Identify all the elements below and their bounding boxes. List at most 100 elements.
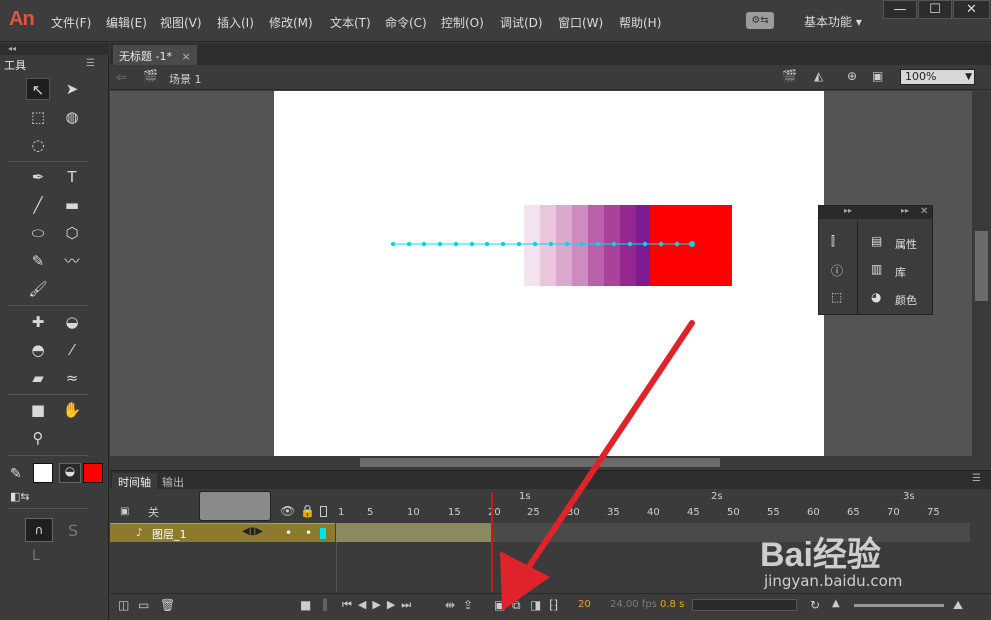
document-tab[interactable]: 无标题 -1* × <box>113 45 197 65</box>
ruler-label: 5 <box>367 507 374 518</box>
document-tabs: 无标题 -1* × <box>110 43 991 65</box>
annotation-arrow <box>500 320 695 611</box>
panel-menu-icon[interactable]: ☰ <box>972 473 981 484</box>
menu-text[interactable]: 文本(T) <box>330 14 371 31</box>
keyframe-nav-icon[interactable]: ◀▮▶ <box>242 526 263 537</box>
tab-output[interactable]: 输出 <box>156 473 190 491</box>
subselection-tool-icon[interactable]: ➤ <box>60 78 84 100</box>
zoom-tool-icon[interactable]: ⚲ <box>26 427 50 449</box>
playhead-range[interactable] <box>199 491 271 521</box>
edit-symbols-icon[interactable]: ◭ <box>814 69 823 83</box>
delete-layer-icon[interactable]: 🗑 <box>160 598 175 612</box>
layer-lock-dot[interactable]: • <box>305 526 312 540</box>
library-icon: ▥ <box>871 262 883 276</box>
maximize-button[interactable]: ☐ <box>918 0 952 19</box>
ruler-label: 1 <box>338 507 345 518</box>
width-tool-icon[interactable]: ≈ <box>60 367 84 389</box>
motion-tween-span[interactable] <box>336 523 491 542</box>
sync-settings-button[interactable]: ⚙⇆ <box>746 12 774 29</box>
tools-collapse-bar[interactable]: ◂◂ <box>0 43 109 55</box>
fill-color-swatch[interactable] <box>83 463 103 483</box>
info-icon[interactable]: ⓘ <box>831 262 843 279</box>
lasso-tool-icon[interactable]: ◌ <box>26 134 50 156</box>
camera-toggle-icon[interactable]: ■ <box>300 598 311 612</box>
paint-bucket-tool-icon[interactable]: ◒ <box>60 311 84 333</box>
tab-close-icon[interactable]: × <box>181 50 190 63</box>
menu-file[interactable]: 文件(F) <box>51 14 91 31</box>
center-frame-icon[interactable]: ⇪ <box>463 598 473 612</box>
eyedropper-tool-icon[interactable]: ⁄ <box>60 339 84 361</box>
layer-row[interactable]: ♪ 图层_1 ◀▮▶ • • <box>110 523 335 542</box>
playback-controls[interactable]: ⏮◀▶▶⏭ <box>342 598 417 612</box>
layer-outline-color[interactable] <box>320 528 326 539</box>
show-all-layers-icon[interactable]: 👁 <box>280 504 295 518</box>
swap-colors-icon[interactable]: ◧⇆ <box>10 490 30 503</box>
ink-bottle-tool-icon[interactable]: ◓ <box>26 339 50 361</box>
fill-color-icon: ◒ <box>59 463 81 483</box>
menu-edit[interactable]: 编辑(E) <box>106 14 147 31</box>
rectangle-tool-icon[interactable]: ▬ <box>60 194 84 216</box>
center-stage-icon[interactable]: ⊕ <box>847 69 857 83</box>
properties-icon: ▤ <box>871 234 883 248</box>
smooth-icon[interactable]: S <box>68 521 78 540</box>
straighten-icon[interactable]: ᒪ <box>32 548 40 564</box>
3d-rotation-tool-icon[interactable]: ◍ <box>60 106 84 128</box>
layer-visible-dot[interactable]: • <box>285 526 292 540</box>
scene-label: 场景 1 <box>169 73 202 86</box>
menu-view[interactable]: 视图(V) <box>160 14 202 31</box>
oval-tool-icon[interactable]: ⬭ <box>26 222 50 244</box>
properties-panel-label[interactable]: 属性 <box>895 236 955 252</box>
snap-to-objects-icon[interactable]: ∩ <box>25 518 53 542</box>
lock-all-layers-icon[interactable]: 🔒 <box>300 504 315 518</box>
vertical-scrollbar[interactable] <box>972 91 991 469</box>
ruler-label: 75 <box>927 507 940 518</box>
clip-stage-icon[interactable]: ▣ <box>872 69 883 83</box>
menu-help[interactable]: 帮助(H) <box>619 14 661 31</box>
line-tool-icon[interactable]: ╱ <box>26 194 50 216</box>
stroke-color-swatch[interactable] <box>33 463 53 483</box>
minimize-button[interactable]: — <box>883 0 917 19</box>
new-layer-icon[interactable]: ◫ <box>118 598 129 612</box>
pen-tool-icon[interactable]: ✒ <box>26 166 50 188</box>
polystar-tool-icon[interactable]: ⬡ <box>60 222 84 244</box>
workspace-switcher[interactable]: 基本功能 ▾ <box>804 13 862 30</box>
color-palette-icon: ◕ <box>871 290 882 304</box>
tab-timeline[interactable]: 时间轴 <box>112 473 157 491</box>
brush-tool-icon[interactable]: 〰 <box>60 250 84 272</box>
menu-modify[interactable]: 修改(M) <box>269 14 313 31</box>
menu-window[interactable]: 窗口(W) <box>558 14 603 31</box>
color-panel-label[interactable]: 颜色 <box>895 292 955 308</box>
bone-tool-icon[interactable]: ✚ <box>26 311 50 333</box>
ruler-label: 60 <box>807 507 820 518</box>
menu-debug[interactable]: 调试(D) <box>500 14 543 31</box>
menu-insert[interactable]: 插入(I) <box>217 14 254 31</box>
library-panel-label[interactable]: 库 <box>895 264 955 280</box>
zoom-select[interactable]: 100% ▼ <box>900 69 975 85</box>
vscroll-thumb[interactable] <box>975 231 988 301</box>
transform-icon[interactable]: ⬚ <box>831 290 842 304</box>
dock-header[interactable]: ▸▸ ▸▸ ✕ <box>819 206 932 219</box>
eraser-tool-icon[interactable]: ▰ <box>26 367 50 389</box>
selection-tool-icon[interactable]: ↖ <box>26 78 50 100</box>
layer-name[interactable]: 图层_1 <box>152 526 187 542</box>
free-transform-tool-icon[interactable]: ⬚ <box>26 106 50 128</box>
watermark-brand: Bai经验 <box>760 536 881 574</box>
pencil-tool-icon[interactable]: ✎ <box>26 250 50 272</box>
ruler-label: 50 <box>727 507 740 518</box>
seconds-label: 3s <box>903 491 915 502</box>
outline-all-layers-icon[interactable] <box>320 506 327 517</box>
menu-control[interactable]: 控制(O) <box>441 14 484 31</box>
panel-menu-icon[interactable]: ☰ <box>86 58 95 69</box>
edit-scene-icon[interactable]: 🎬 <box>782 69 797 83</box>
camera-tool-icon[interactable]: ■ <box>26 399 50 421</box>
hand-tool-icon[interactable]: ✋ <box>60 399 84 421</box>
menu-commands[interactable]: 命令(C) <box>385 14 427 31</box>
text-tool-icon[interactable]: T <box>60 166 84 188</box>
loop-icon[interactable]: ⇹ <box>445 598 455 612</box>
new-folder-icon[interactable]: ▭ <box>138 598 149 612</box>
align-icon[interactable]: ⫿ <box>831 234 835 249</box>
paint-brush-tool-icon[interactable]: 🖌 <box>26 278 50 300</box>
close-window-button[interactable]: ✕ <box>953 0 990 19</box>
back-arrow-icon[interactable]: ⇦ <box>116 70 126 84</box>
menu-bar: An 文件(F) 编辑(E) 视图(V) 插入(I) 修改(M) 文本(T) 命… <box>0 0 991 42</box>
